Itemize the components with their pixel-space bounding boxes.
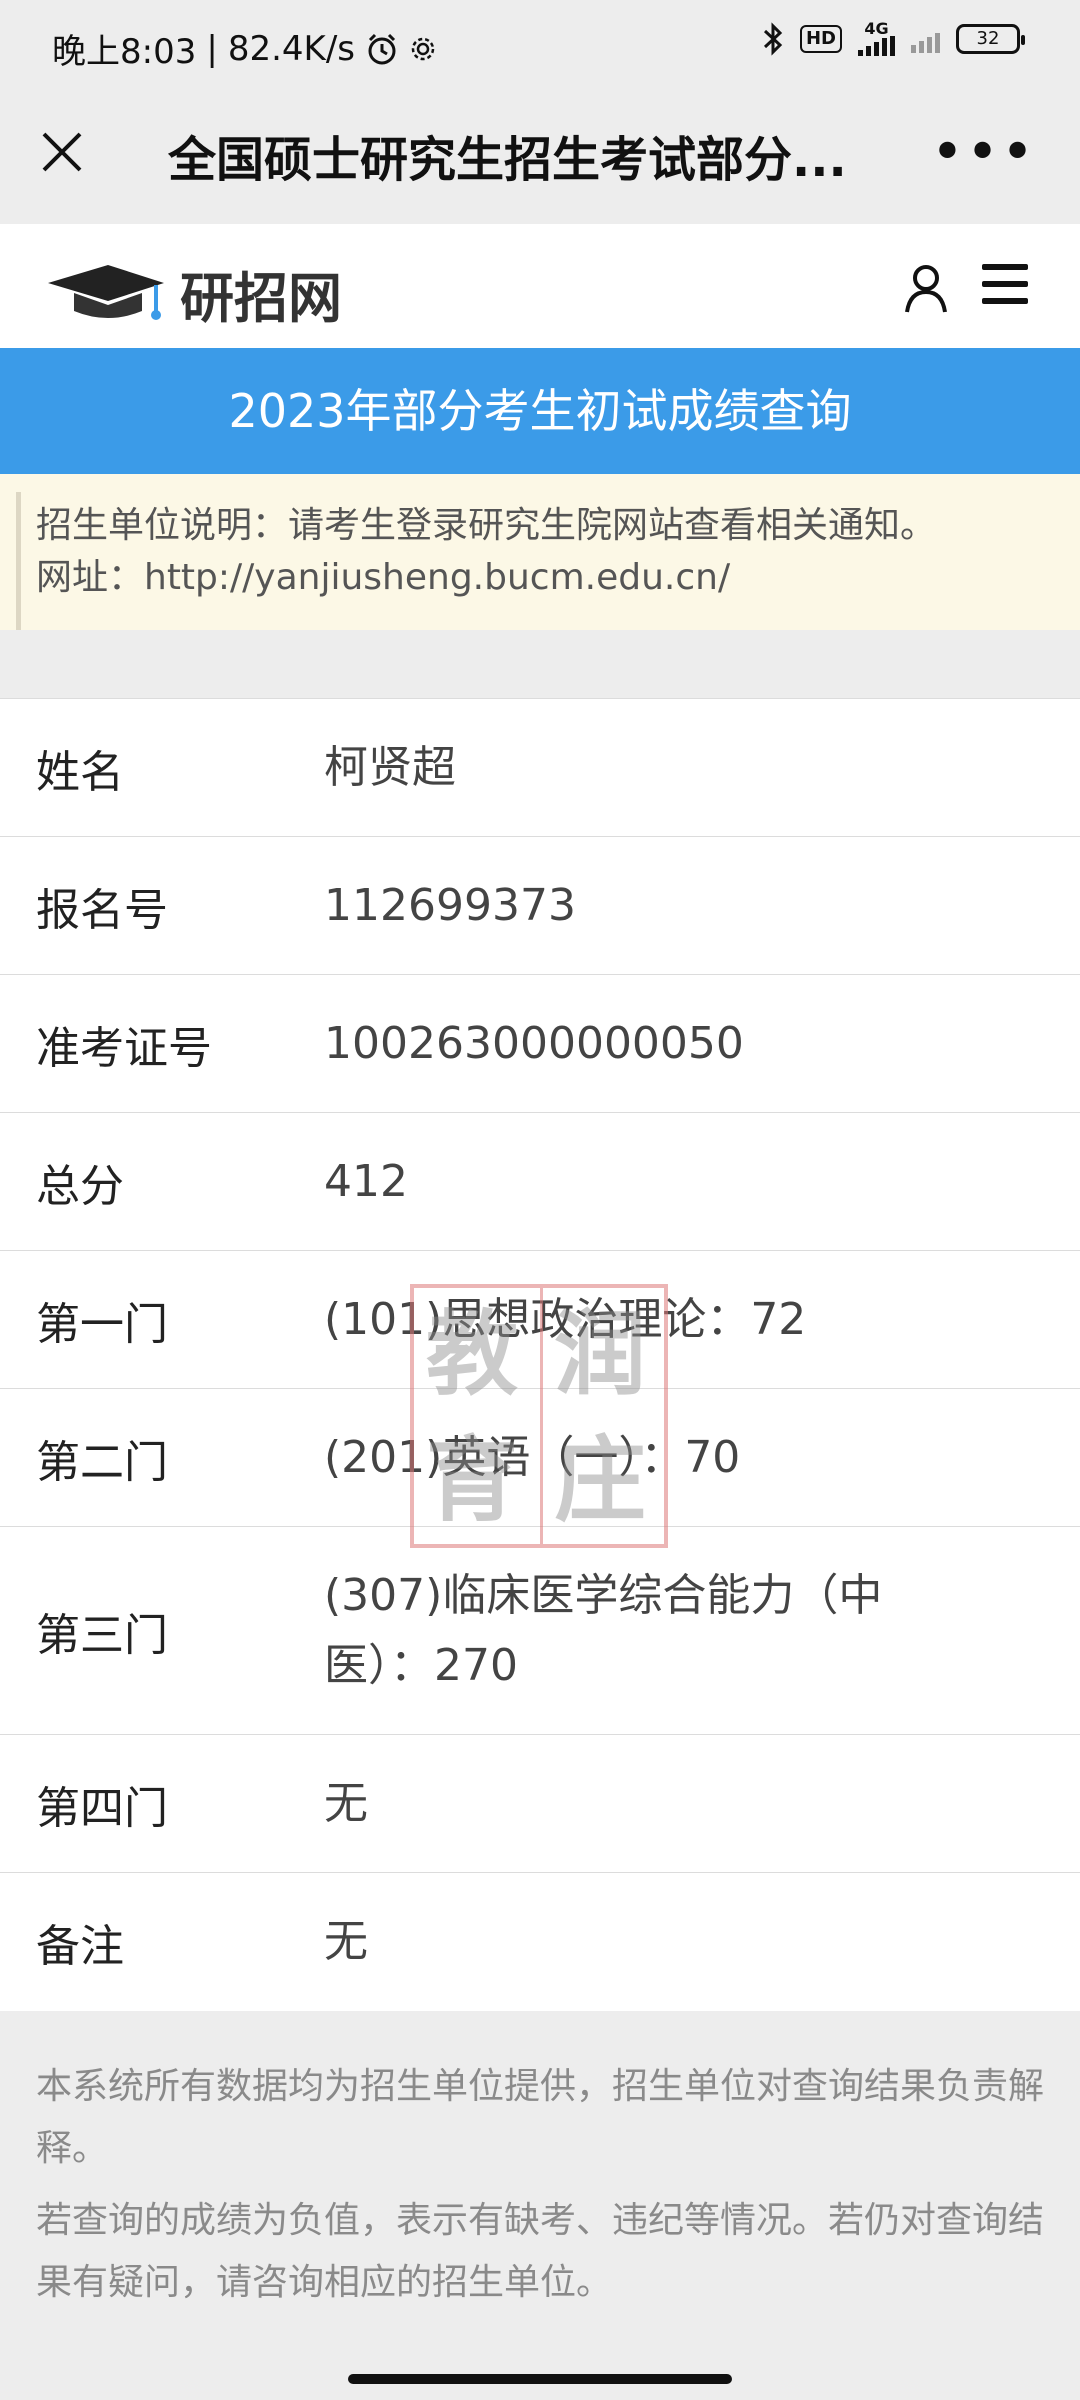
close-button[interactable] — [34, 122, 90, 178]
row-label: 第一门 — [36, 1298, 168, 1350]
table-row: 姓名 柯贤超 — [0, 699, 1080, 837]
row-value: 无 — [324, 1777, 368, 1829]
notice-divider — [16, 492, 21, 630]
notice-box: 招生单位说明：请考生登录研究生院网站查看相关通知。 网址：http://yanj… — [0, 474, 1080, 630]
results-table: 姓名 柯贤超 报名号 112699373 准考证号 10026300000005… — [0, 698, 1080, 2011]
table-row: 准考证号 100263000000050 — [0, 975, 1080, 1113]
status-bar: 晚上8:03 | 82.4K/s HD 4G 32 — [0, 0, 1080, 96]
graduation-cap-icon — [48, 264, 164, 320]
notice-line-2[interactable]: 网址：http://yanjiusheng.bucm.edu.cn/ — [36, 552, 936, 604]
footer-note: 本系统所有数据均为招生单位提供，招生单位对查询结果负责解释。 — [36, 2066, 1045, 2169]
status-right: HD 4G 32 — [762, 19, 1025, 56]
user-button[interactable] — [902, 262, 950, 314]
row-value: 100263000000050 — [324, 1017, 744, 1069]
more-button[interactable]: ••• — [931, 120, 1036, 185]
battery-level: 32 — [976, 28, 1000, 49]
row-label: 第二门 — [36, 1436, 168, 1488]
row-label: 备注 — [36, 1921, 124, 1972]
row-label: 第三门 — [36, 1609, 168, 1661]
row-label: 第四门 — [36, 1782, 168, 1834]
site-logo[interactable]: 研招网 — [46, 254, 342, 333]
table-row: 第二门 (201)英语（一）：70 — [0, 1389, 1080, 1527]
row-value: 无 — [324, 1916, 368, 1967]
signal-primary: 4G — [858, 19, 895, 56]
footer-note: 若查询的成绩为负值，表示有缺考、违纪等情况。若仍对查询结果有疑问，请咨询相应的招… — [36, 2200, 1045, 2303]
gear-icon — [411, 37, 435, 60]
banner-title: 2023年部分考生初试成绩查询 — [0, 348, 1080, 474]
page-title: 全国硕士研究生招生考试部分... — [168, 132, 847, 188]
table-row: 第三门 (307)临床医学综合能力（中医）：270 — [0, 1527, 1080, 1735]
row-label: 报名号 — [36, 884, 168, 936]
title-bar: 全国硕士研究生招生考试部分... ••• — [0, 96, 1080, 224]
footer-notes: 本系统所有数据均为招生单位提供，招生单位对查询结果负责解释。 若查询的成绩为负值… — [0, 2012, 1080, 2324]
status-separator: | — [206, 28, 218, 69]
row-value: (201)英语（一）：70 — [324, 1431, 741, 1483]
row-value: 柯贤超 — [324, 741, 456, 793]
hamburger-icon — [982, 264, 1028, 304]
menu-button[interactable] — [982, 264, 1028, 304]
table-row: 第四门 无 — [0, 1735, 1080, 1873]
home-indicator[interactable] — [348, 2374, 732, 2384]
signal-icon — [858, 36, 895, 56]
notice-line-1: 招生单位说明：请考生登录研究生院网站查看相关通知。 — [36, 505, 937, 546]
alarm-icon — [368, 33, 396, 64]
row-label: 准考证号 — [36, 1022, 212, 1074]
row-label: 总分 — [36, 1160, 124, 1212]
status-network-speed: 82.4K/s — [227, 28, 355, 69]
more-icon: ••• — [930, 120, 1036, 185]
row-value: 412 — [324, 1155, 408, 1207]
status-left: 晚上8:03 | 82.4K/s — [52, 24, 437, 73]
row-label: 姓名 — [36, 746, 124, 798]
row-value: (101)思想政治理论：72 — [324, 1293, 807, 1345]
signal-secondary-icon — [911, 25, 940, 53]
row-value: 112699373 — [324, 879, 576, 931]
close-icon — [42, 132, 82, 172]
notice-text: 招生单位说明：请考生登录研究生院网站查看相关通知。 网址：http://yanj… — [36, 500, 936, 604]
battery-icon: 32 — [956, 24, 1025, 54]
status-time: 晚上8:03 — [52, 32, 197, 72]
bluetooth-icon — [763, 22, 783, 56]
logo-text: 研招网 — [180, 266, 342, 330]
row-value: (307)临床医学综合能力（中医）：270 — [324, 1569, 883, 1691]
site-header: 研招网 — [0, 224, 1080, 348]
table-row: 总分 412 — [0, 1113, 1080, 1251]
table-row: 第一门 (101)思想政治理论：72 — [0, 1251, 1080, 1389]
table-row: 报名号 112699373 — [0, 837, 1080, 975]
user-icon — [905, 265, 947, 313]
network-type: 4G — [864, 19, 889, 38]
hd-badge: HD — [799, 25, 842, 53]
table-row: 备注 无 — [0, 1873, 1080, 2011]
